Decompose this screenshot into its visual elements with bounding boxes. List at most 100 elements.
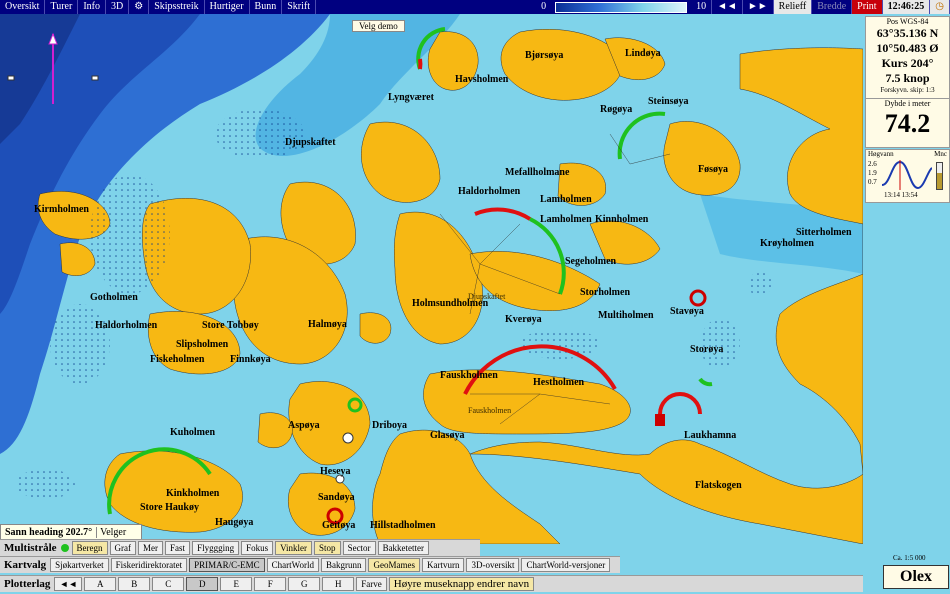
speed: 7.5 knop (885, 71, 930, 85)
toolbar-item-oversikt[interactable]: Oversikt (0, 0, 46, 14)
label-stavoya: Stavøya (670, 306, 704, 317)
toolbar-item-bunn[interactable]: Bunn (250, 0, 283, 14)
pl-layer-g[interactable]: G (288, 577, 321, 591)
pl-layer-h[interactable]: H (322, 577, 355, 591)
marker-left (7, 75, 15, 81)
label-kveroya: Kverøya (505, 314, 542, 325)
chart-map[interactable]: Velg demo Bjørsøya Lindøya Havsholmen Ly… (0, 14, 863, 544)
velger-button[interactable]: Velger (96, 526, 129, 538)
pl-layer-a[interactable]: A (84, 577, 117, 591)
heading-label: Sann heading 202.7° (5, 526, 93, 538)
label-aspoya: Aspøya (288, 420, 320, 431)
depth-title: Dybde i meter (884, 99, 931, 108)
ms-vinkler-button[interactable]: Vinkler (275, 541, 313, 555)
right-info-panel: Pos WGS-84 63°35.136 N 10°50.483 Ø Kurs … (863, 14, 950, 589)
pl-layer-c[interactable]: C (152, 577, 185, 591)
top-toolbar: Oversikt Turer Info 3D ⚙ Skipsstreik Hur… (0, 0, 950, 14)
ms-bakketetter-button[interactable]: Bakketetter (377, 541, 430, 555)
label-storoya: Storøya (690, 344, 724, 355)
label-store-tobboy: Store Tobbøy (202, 320, 259, 331)
print-button[interactable]: Print (852, 0, 883, 14)
label-mefallholmane: Mefallholmane (505, 167, 570, 178)
multistraale-label: Multistråle (4, 542, 57, 554)
ms-stop-button[interactable]: Stop (314, 541, 341, 555)
kv-chartworld-versions-button[interactable]: ChartWorld-versjoner (521, 558, 611, 572)
ms-fokus-button[interactable]: Fokus (241, 541, 274, 555)
tide-right-label: Mnc (934, 150, 947, 158)
depth-color-bar[interactable] (555, 1, 688, 13)
toolbar-nav-prev[interactable]: ◄◄ (712, 0, 743, 14)
label-kuholmen: Kuholmen (170, 427, 216, 438)
label-kinkholmen: Kinkholmen (166, 488, 220, 499)
pl-nav-prev-button[interactable]: ◄◄ (54, 577, 83, 591)
toolbar-nav-next[interactable]: ►► (743, 0, 774, 14)
kv-geonames-button[interactable]: GeoMames (368, 558, 420, 572)
label-glasoya: Glasøya (430, 430, 465, 441)
kv-sjokartverket-button[interactable]: Sjøkartverket (50, 558, 109, 572)
label-multiholmen: Multiholmen (598, 310, 654, 321)
toolbar-item-skipsstreik[interactable]: Skipsstreik (149, 0, 205, 14)
toolbar-item-info[interactable]: Info (78, 0, 106, 14)
depth-card[interactable]: Dybde i meter 74.2 (865, 98, 950, 148)
kv-3d-oversikt-button[interactable]: 3D-oversikt (466, 558, 520, 572)
label-geitoya: Geitøya (322, 520, 356, 531)
label-fosoya: Føsøya (698, 164, 728, 175)
position-title: Pos WGS-84 (886, 17, 929, 26)
ms-fast-button[interactable]: Fast (165, 541, 191, 555)
label-havsholmen: Havsholmen (455, 74, 509, 85)
relieff-button[interactable]: Relieff (773, 0, 813, 14)
kv-chartworld-button[interactable]: ChartWorld (266, 558, 319, 572)
label-fauskholmen: Fauskholmen (440, 370, 498, 381)
label-djupskaftet: Djupskaftet (285, 137, 336, 148)
tide-level-gauge (936, 162, 943, 190)
tide-card[interactable]: Høgvann Mnc 2.6 1.9 0.7 13:14 13:54 (865, 149, 950, 203)
label-kinnholmen: Kinnholmen (595, 214, 649, 225)
position-card[interactable]: Pos WGS-84 63°35.136 N 10°50.483 Ø Kurs … (865, 16, 950, 106)
pl-farve-button[interactable]: Farve (356, 577, 387, 591)
tide-val-0: 2.6 (868, 160, 877, 168)
clock-icon[interactable]: ◷ (930, 0, 950, 14)
label-hestholmen: Hestholmen (533, 377, 585, 388)
label-hillstadholmen: Hillstadholmen (370, 520, 436, 531)
label-lindoya: Lindøya (625, 48, 661, 59)
label-lyngvaeret: Lyngværet (388, 92, 434, 103)
label-sitterholmen: Sitterholmen (796, 227, 852, 238)
ms-mer-button[interactable]: Mer (138, 541, 164, 555)
pl-layer-d[interactable]: D (186, 577, 219, 591)
kv-bakgrunn-button[interactable]: Bakgrunn (320, 558, 367, 572)
ms-graf-button[interactable]: Graf (109, 541, 137, 555)
ms-sector-button[interactable]: Sector (342, 541, 376, 555)
label-storholmen: Storholmen (580, 287, 630, 298)
tide-curve-graph (882, 160, 932, 190)
kv-fiskeridir-button[interactable]: Fiskeridirektoratet (110, 558, 188, 572)
kv-kartvurn-button[interactable]: Kartvurn (421, 558, 465, 572)
label-flatskogen: Flatskogen (695, 480, 742, 491)
pl-layer-f[interactable]: F (254, 577, 287, 591)
label-laukhamna: Laukhamna (684, 430, 737, 441)
settings-gear-icon[interactable]: ⚙ (129, 0, 150, 14)
label-haldorholmen-n: Haldorholmen (458, 186, 521, 197)
label-lamholmen-2: Lamholmen (540, 214, 592, 225)
velg-demo-button[interactable]: Velg demo (352, 20, 405, 32)
label-kirmholmen-w: Kirmholmen (34, 204, 89, 215)
toolbar-item-hurtiger[interactable]: Hurtiger (205, 0, 250, 14)
multistraale-status-icon (60, 544, 69, 552)
ms-flyggging-button[interactable]: Flyggging (192, 541, 240, 555)
label-heseya: Heseya (320, 466, 351, 477)
label-fiskeholmen: Fiskeholmen (150, 354, 205, 365)
pl-layer-e[interactable]: E (220, 577, 253, 591)
tide-title: Høgvann (868, 150, 894, 158)
depth-value: 74.2 (884, 109, 931, 138)
toolbar-item-turer[interactable]: Turer (45, 0, 79, 14)
tide-val-1: 1.9 (868, 169, 877, 177)
toolbar-item-skrift[interactable]: Skrift (282, 0, 316, 14)
kv-primar-button[interactable]: PRIMAR/C-EMC (189, 558, 265, 572)
toolbar-item-3d[interactable]: 3D (106, 0, 130, 14)
ms-beregn-button[interactable]: Beregn (71, 541, 108, 555)
pl-layer-b[interactable]: B (118, 577, 151, 591)
bredde-button[interactable]: Bredde (812, 0, 853, 14)
scale-note: Ca. 1:5 000 (893, 554, 926, 562)
label-kroyholmen: Krøyholmen (760, 238, 814, 249)
tide-times: 13:14 13:54 (884, 191, 918, 199)
course: Kurs 204° (881, 56, 934, 70)
